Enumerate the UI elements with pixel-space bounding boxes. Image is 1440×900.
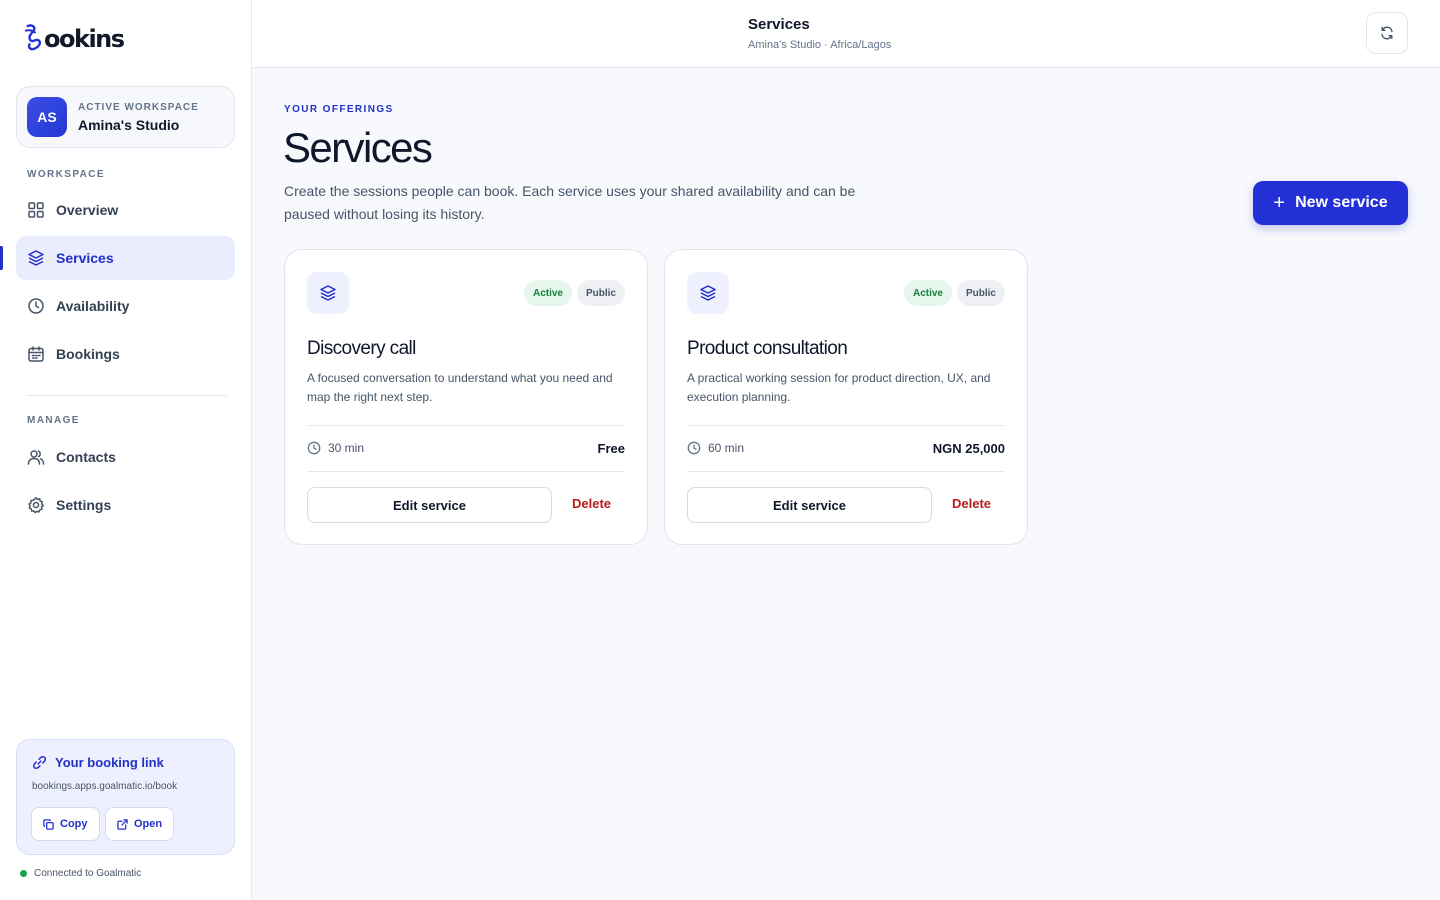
sidebar-item-label: Contacts (56, 449, 116, 465)
connection-status: Connected to Goalmatic (20, 868, 141, 879)
service-name: Product consultation (687, 338, 848, 359)
sidebar-divider (27, 395, 227, 396)
service-duration: 30 min (307, 441, 364, 455)
status-badge: Active (523, 280, 572, 306)
page-title: Services (283, 124, 433, 171)
service-name: Discovery call (307, 338, 416, 359)
visibility-badge: Public (576, 280, 625, 306)
workspace-name: Amina's Studio (78, 116, 180, 133)
refresh-icon (1381, 26, 1393, 40)
layers-icon (26, 248, 46, 268)
active-indicator (0, 246, 3, 270)
logo-icon (24, 24, 42, 51)
logo-text: ookins (44, 25, 125, 53)
app-logo[interactable]: ookins (24, 20, 125, 54)
page-eyebrow: YOUR OFFERINGS (284, 104, 394, 115)
gear-icon (26, 495, 46, 515)
clock-icon (307, 441, 321, 455)
workspace-label: ACTIVE WORKSPACE (78, 101, 199, 113)
card-divider (307, 425, 625, 426)
sidebar-item-label: Services (56, 250, 114, 266)
sidebar-item-availability[interactable]: Availability (16, 284, 235, 328)
card-divider (687, 425, 1005, 426)
copy-icon (43, 818, 54, 830)
card-divider (307, 471, 625, 472)
layers-icon (687, 272, 729, 314)
service-price: Free (597, 441, 625, 456)
page-description: Create the sessions people can book. Eac… (284, 183, 856, 222)
calendar-icon (26, 344, 46, 364)
visibility-badge: Public (956, 280, 1005, 306)
sidebar-item-contacts[interactable]: Contacts (16, 435, 235, 479)
sidebar-item-settings[interactable]: Settings (16, 483, 235, 527)
clock-icon (687, 441, 701, 455)
workspace-switcher[interactable]: AS ACTIVE WORKSPACE Amina's Studio (16, 86, 235, 148)
booking-link-card: Your booking link bookings.apps.goalmati… (16, 739, 235, 855)
new-service-button[interactable]: + New service (1253, 181, 1408, 225)
edit-service-button[interactable]: Edit service (687, 487, 932, 523)
delete-service-button[interactable]: Delete (572, 496, 611, 511)
delete-service-button[interactable]: Delete (952, 496, 991, 511)
sidebar-item-services[interactable]: Services (16, 236, 235, 280)
clock-icon (26, 296, 46, 316)
workspace-avatar: AS (27, 97, 67, 137)
edit-service-button[interactable]: Edit service (307, 487, 552, 523)
sidebar-item-bookings[interactable]: Bookings (16, 332, 235, 376)
sidebar-item-label: Overview (56, 202, 119, 218)
external-link-icon (117, 818, 128, 830)
open-link-button[interactable]: Open (105, 807, 175, 841)
booking-link-title: Your booking link (32, 755, 164, 770)
booking-link-url: bookings.apps.goalmatic.io/book (32, 781, 178, 792)
sidebar-item-overview[interactable]: Overview (16, 188, 235, 232)
sidebar-item-label: Settings (56, 497, 112, 513)
header-title: Services (748, 16, 810, 33)
copy-link-button[interactable]: Copy (31, 807, 100, 841)
link-icon (32, 755, 47, 770)
plus-icon: + (1273, 192, 1286, 214)
header-subtitle: Amina's Studio · Africa/Lagos (748, 39, 892, 51)
section-label-workspace: WORKSPACE (27, 169, 105, 180)
layers-icon (307, 272, 349, 314)
refresh-button[interactable] (1366, 12, 1408, 54)
grid-icon (26, 200, 46, 220)
sidebar-item-label: Availability (56, 298, 130, 314)
status-badge: Active (903, 280, 952, 306)
service-description: A practical working session for product … (687, 371, 991, 404)
sidebar: ookins AS ACTIVE WORKSPACE Amina's Studi… (0, 0, 252, 900)
service-card: Active Public Discovery call A focused c… (284, 249, 648, 545)
status-dot (20, 870, 27, 877)
users-icon (26, 447, 46, 467)
service-description: A focused conversation to understand wha… (307, 371, 613, 404)
service-duration: 60 min (687, 441, 744, 455)
service-price: NGN 25,000 (932, 441, 1005, 456)
section-label-manage: MANAGE (27, 415, 80, 426)
service-card: Active Public Product consultation A pra… (664, 249, 1028, 545)
sidebar-item-label: Bookings (56, 346, 120, 362)
top-bar: Services Amina's Studio · Africa/Lagos (252, 0, 1440, 68)
card-divider (687, 471, 1005, 472)
